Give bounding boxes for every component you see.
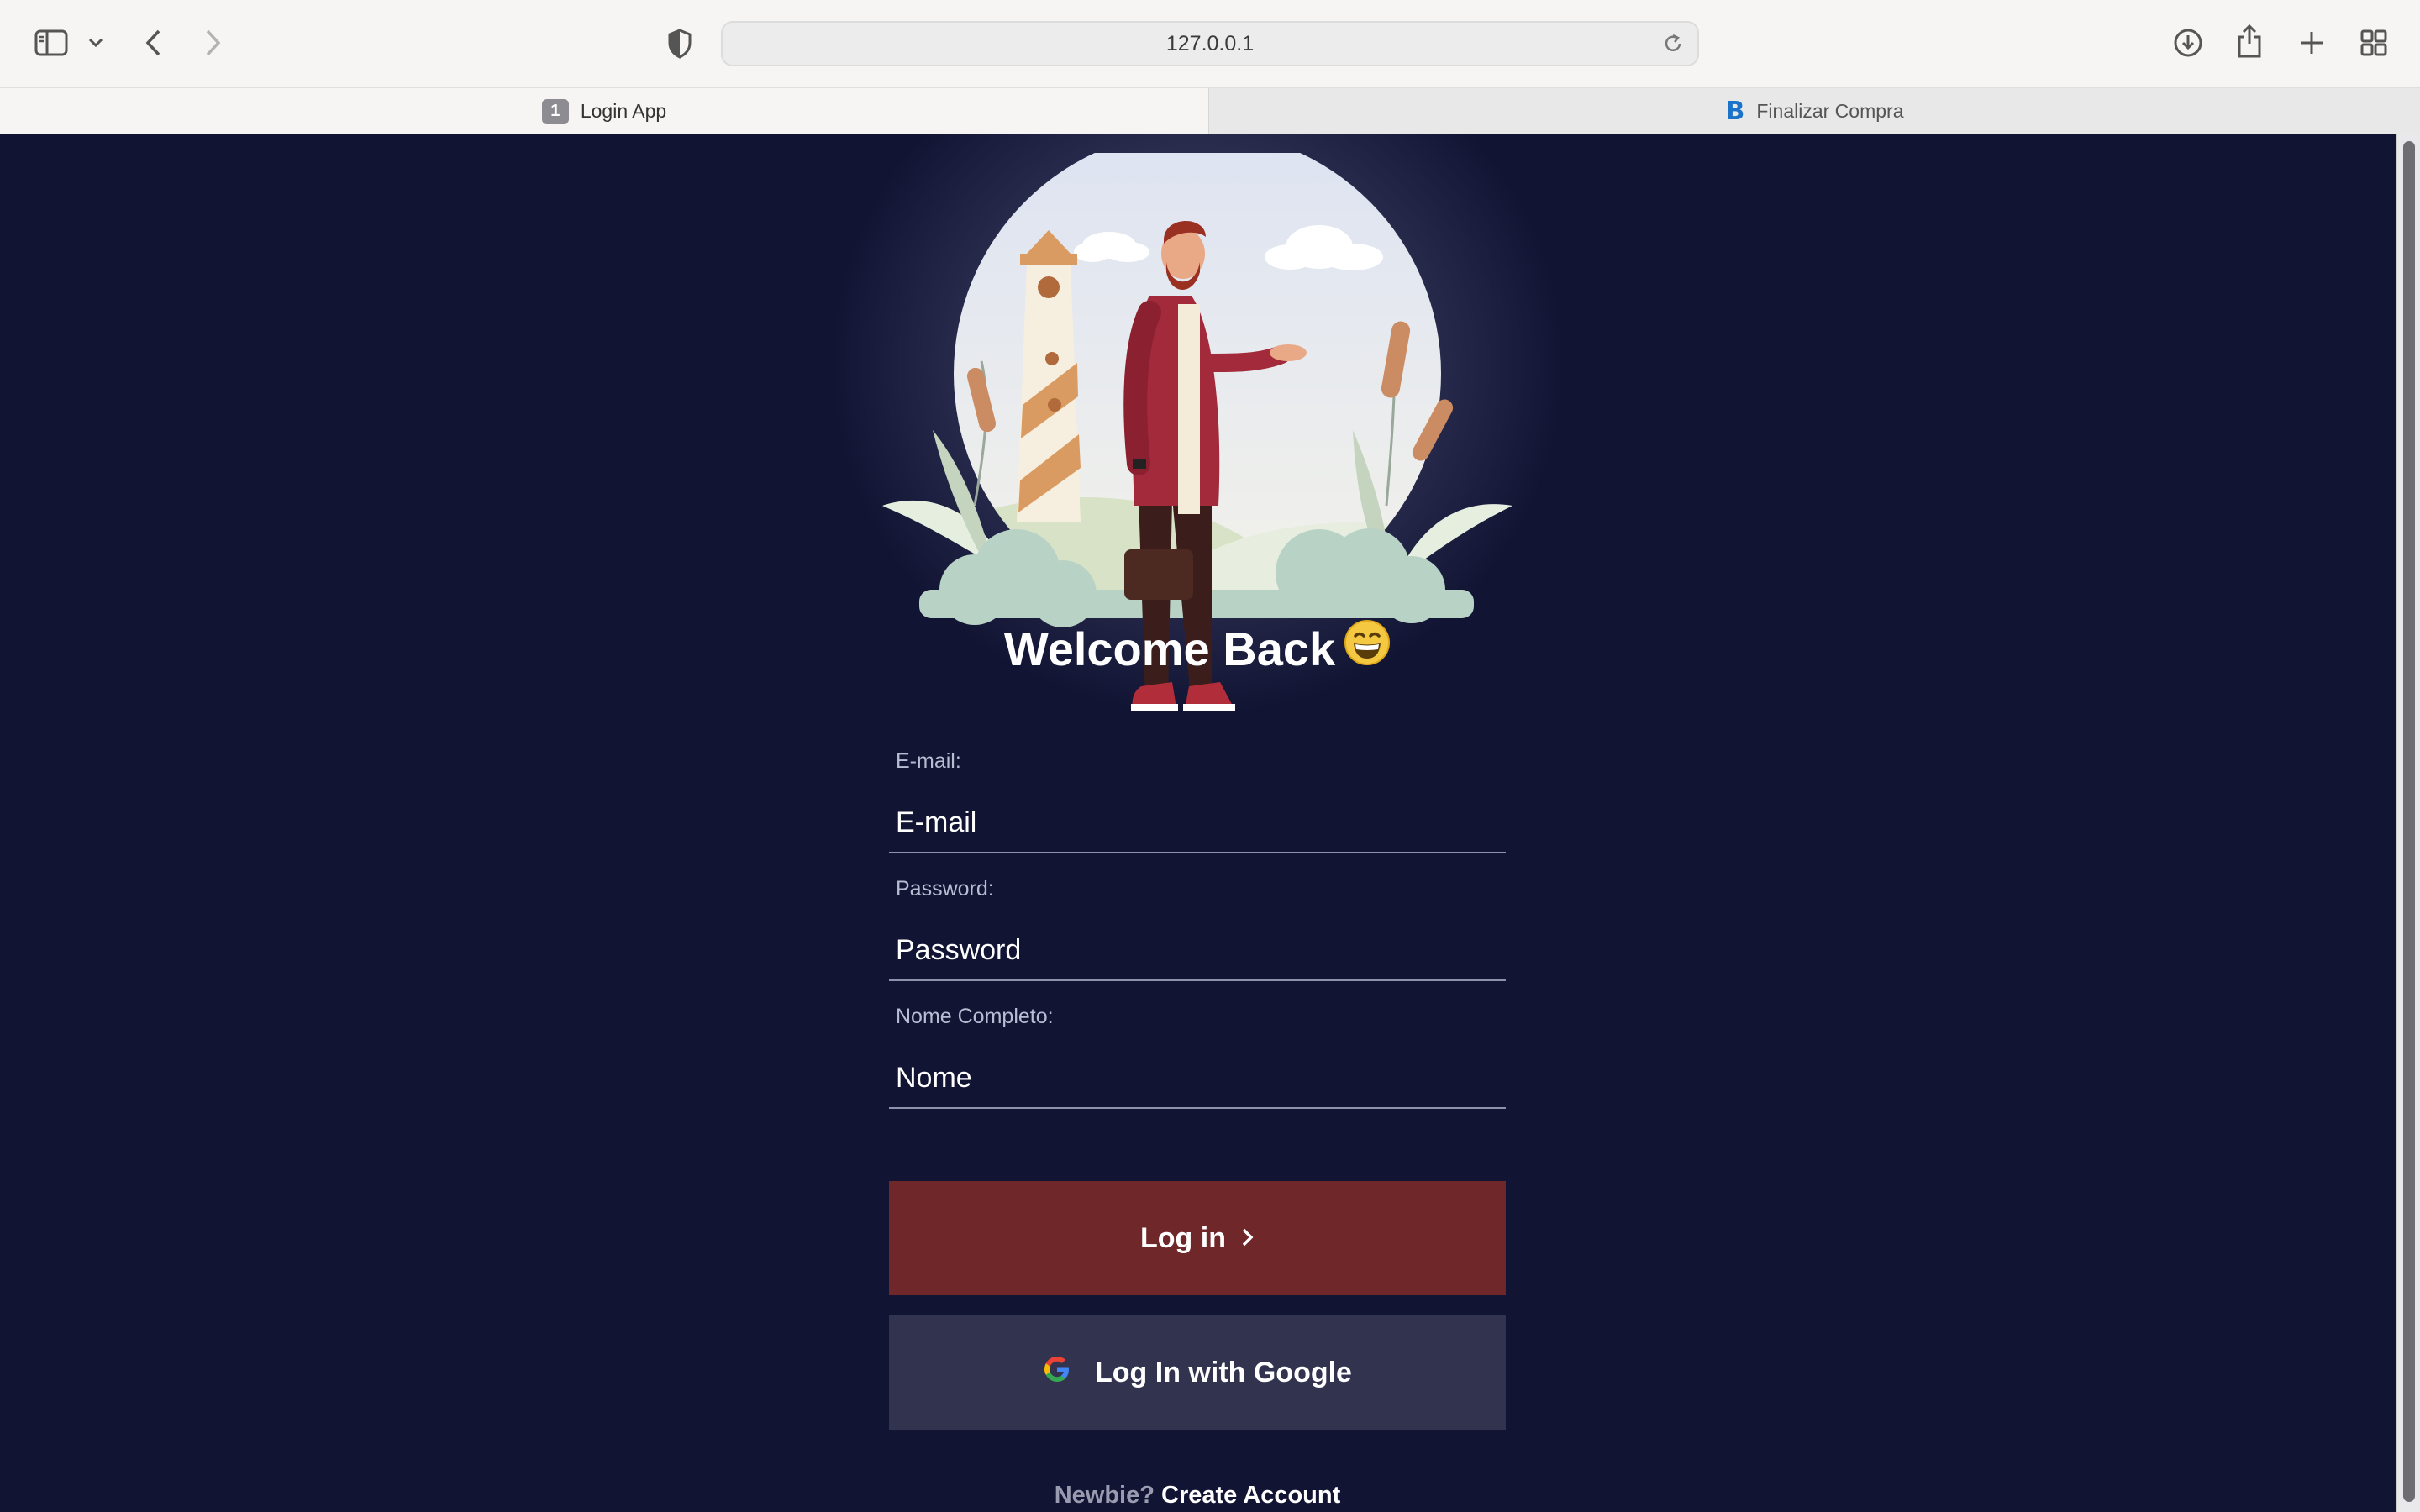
fullname-field[interactable] (889, 1048, 1506, 1109)
tab-login-app[interactable]: 1 Login App (0, 88, 1208, 134)
tab-badge: 1 (541, 98, 569, 124)
download-icon[interactable] (2171, 25, 2205, 60)
shield-icon[interactable] (664, 27, 696, 60)
favicon-icon: B (1725, 97, 1745, 126)
login-page: Welcome Back E-mail: Password: Nome Comp… (0, 134, 2420, 1512)
chevron-right-icon (1241, 1222, 1255, 1255)
scrollbar-thumb[interactable] (2403, 141, 2415, 1502)
browser-toolbar: 127.0.0.1 (0, 0, 2420, 87)
google-button-label: Log In with Google (1095, 1356, 1352, 1389)
heading-text: Welcome Back (1003, 622, 1336, 675)
login-button[interactable]: Log in (889, 1181, 1506, 1295)
back-chevron-left-icon[interactable] (136, 25, 170, 60)
google-icon (1043, 1355, 1071, 1391)
fullname-label: Nome Completo: (896, 1005, 1054, 1028)
plus-icon[interactable] (2296, 27, 2328, 59)
signup-prompt: Newbie? Create Account (889, 1482, 1506, 1509)
forward-chevron-right-icon[interactable] (197, 25, 230, 60)
url-text: 127.0.0.1 (1165, 32, 1255, 55)
email-field[interactable] (889, 793, 1506, 853)
login-button-label: Log in (1140, 1221, 1226, 1254)
page-scrollbar[interactable] (2396, 134, 2420, 1512)
chevron-down-icon[interactable] (86, 32, 106, 52)
password-field[interactable] (889, 921, 1506, 981)
welcome-heading: Welcome Back (874, 619, 1521, 677)
create-account-link[interactable]: Create Account (1161, 1482, 1340, 1509)
address-bar[interactable]: 127.0.0.1 (721, 21, 1699, 66)
tab-finalizar-compra[interactable]: B Finalizar Compra (1208, 88, 2420, 134)
password-label: Password: (896, 877, 994, 900)
tab-label: Finalizar Compra (1756, 100, 1904, 122)
tab-bar: 1 Login App B Finalizar Compra (0, 87, 2420, 134)
email-label: E-mail: (896, 749, 961, 773)
share-icon[interactable] (2233, 22, 2265, 60)
grinning-face-icon (1344, 619, 1391, 677)
signup-prompt-text: Newbie? (1054, 1482, 1155, 1509)
tab-label: Login App (580, 100, 667, 122)
google-login-button[interactable]: Log In with Google (889, 1315, 1506, 1430)
grid-icon[interactable] (2358, 27, 2390, 59)
sidebar-icon[interactable] (32, 25, 71, 60)
reload-icon[interactable] (1662, 33, 1684, 59)
